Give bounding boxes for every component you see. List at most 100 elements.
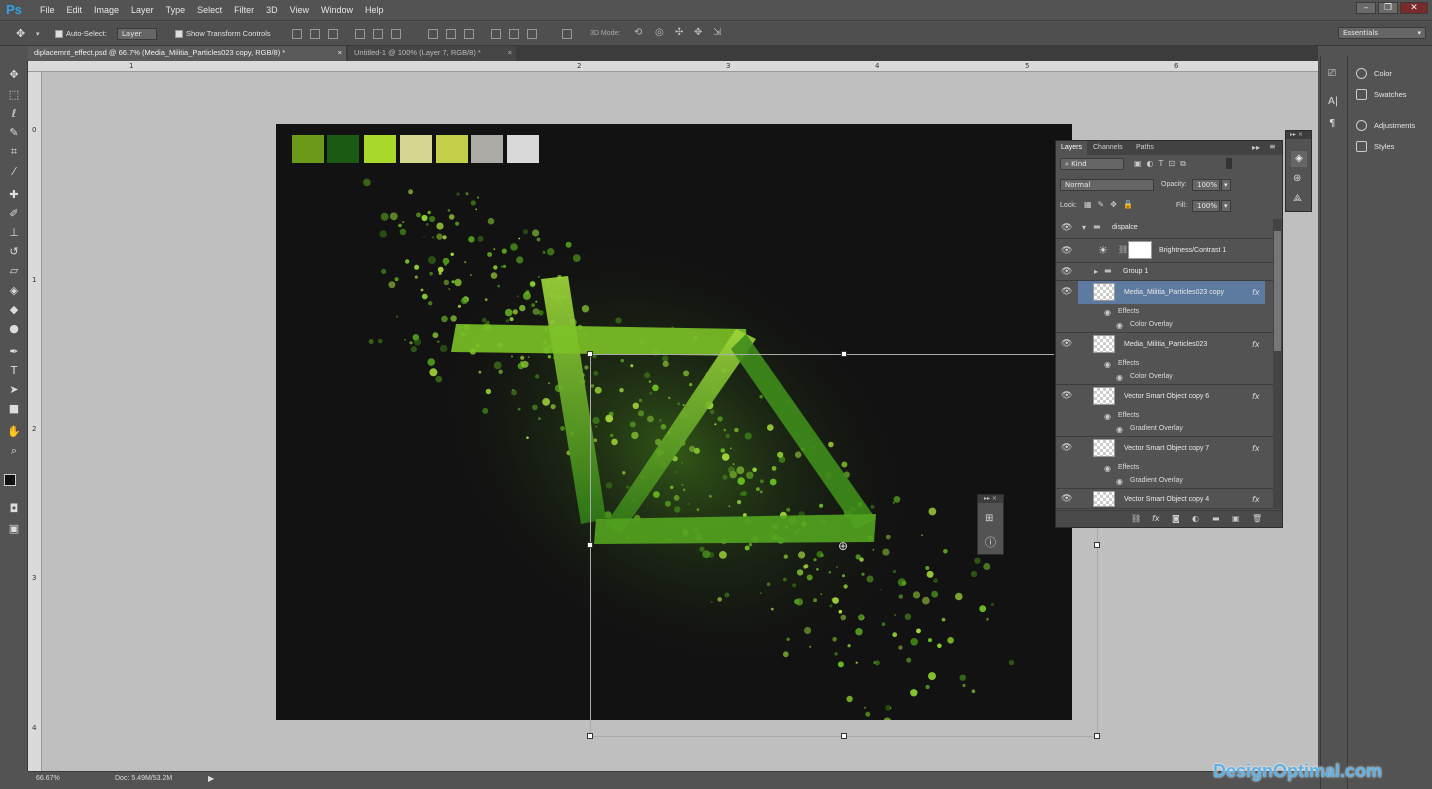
crop-tool-icon[interactable]: ⌗ xyxy=(6,144,22,160)
menu-edit[interactable]: Edit xyxy=(61,5,89,15)
transform-handle[interactable] xyxy=(841,733,847,739)
eye-icon[interactable]: 👁 xyxy=(1061,246,1072,256)
3d-slide-icon[interactable]: ✥ xyxy=(694,27,702,38)
align-top-icon[interactable] xyxy=(292,29,302,39)
dock-item-color[interactable]: Color xyxy=(1356,68,1392,79)
dock-item-styles[interactable]: Styles xyxy=(1356,141,1394,152)
menu-3d[interactable]: 3D xyxy=(260,5,284,15)
eye-icon[interactable]: ◉ xyxy=(1116,373,1123,382)
align-left-icon[interactable] xyxy=(355,29,365,39)
fx-icon[interactable]: fx xyxy=(1252,444,1260,453)
eye-icon[interactable]: 👁 xyxy=(1061,391,1072,401)
opacity-field[interactable]: 100% xyxy=(1192,179,1220,191)
quick-mask-icon[interactable]: ◘ xyxy=(6,501,22,517)
eye-icon[interactable]: 👁 xyxy=(1061,223,1072,233)
fx-icon[interactable]: fx xyxy=(1252,495,1260,504)
clone-stamp-icon[interactable]: ⊥ xyxy=(6,225,22,241)
layer-filter-dropdown[interactable]: ⌕ Kind xyxy=(1060,158,1124,170)
info-icon[interactable]: ⓘ xyxy=(985,534,996,550)
layers-stack-icon[interactable]: ◈ xyxy=(1291,151,1307,167)
align-bottom-icon[interactable] xyxy=(328,29,338,39)
eye-icon[interactable]: ◉ xyxy=(1116,321,1123,330)
collapse-arrow-icon[interactable]: ▸ xyxy=(1094,267,1098,276)
tab-displacement-doc[interactable]: diplacemnt_effect.psd @ 66.7% (Media_Mil… xyxy=(28,46,346,61)
layers-scrollbar[interactable] xyxy=(1273,219,1282,509)
eye-icon[interactable]: ◉ xyxy=(1116,477,1123,486)
eye-icon[interactable]: 👁 xyxy=(1061,287,1072,297)
lasso-tool-icon[interactable]: ℓ xyxy=(6,106,22,122)
collapse-icon[interactable]: ▸▸ × xyxy=(978,495,1003,503)
history-brush-icon[interactable]: ↺ xyxy=(6,244,22,260)
layer-row-particles-copy[interactable]: 👁 Media_Militia_Particles023 copy fx ◉ E… xyxy=(1056,281,1273,333)
zoom-level[interactable]: 66.67% xyxy=(36,775,60,782)
expand-arrow-icon[interactable]: ▾ xyxy=(1082,223,1086,232)
distribute-bottom-icon[interactable] xyxy=(464,29,474,39)
eye-icon[interactable]: 👁 xyxy=(1061,494,1072,504)
eye-icon[interactable]: 👁 xyxy=(1061,267,1072,277)
marquee-tool-icon[interactable]: ⬚ xyxy=(6,87,22,103)
fx-icon[interactable]: fx xyxy=(1252,340,1260,349)
show-transform-checkbox[interactable] xyxy=(175,30,183,38)
transform-handle[interactable] xyxy=(587,351,593,357)
distribute-hcenter-icon[interactable] xyxy=(509,29,519,39)
layer-row-particles[interactable]: 👁 Media_Militia_Particles023 fx ◉ Effect… xyxy=(1056,333,1273,385)
layer-row-group[interactable]: 👁 ▾ ▬ dispalce xyxy=(1056,217,1273,239)
fill-field[interactable]: 100% xyxy=(1192,200,1220,212)
menu-select[interactable]: Select xyxy=(191,5,228,15)
3d-roll-icon[interactable]: ◎ xyxy=(655,27,664,38)
lock-icons[interactable]: ▦✎✥🔒 xyxy=(1084,200,1139,209)
menu-filter[interactable]: Filter xyxy=(228,5,260,15)
transform-handle[interactable] xyxy=(1094,542,1100,548)
reference-point-icon[interactable]: ⊕ xyxy=(838,539,848,553)
distribute-vcenter-icon[interactable] xyxy=(446,29,456,39)
link-layers-icon[interactable]: ⛓ xyxy=(1131,514,1141,523)
eye-icon[interactable]: ◉ xyxy=(1104,360,1111,369)
move-tool-icon[interactable]: ✥ xyxy=(6,67,22,83)
fx-icon[interactable]: fx xyxy=(1252,392,1260,401)
layer-row-vso-copy-6[interactable]: 👁 Vector Smart Object copy 6 fx ◉ Effect… xyxy=(1056,385,1273,437)
fill-chevron-icon[interactable]: ▾ xyxy=(1221,200,1231,212)
eye-icon[interactable]: ◉ xyxy=(1104,464,1111,473)
auto-select-checkbox[interactable] xyxy=(55,30,63,38)
transform-handle[interactable] xyxy=(587,733,593,739)
blur-tool-icon[interactable]: ◆ xyxy=(6,302,22,318)
transform-handle[interactable] xyxy=(1094,733,1100,739)
dodge-tool-icon[interactable]: ● xyxy=(6,321,22,337)
close-icon[interactable]: × xyxy=(338,46,342,60)
eye-icon[interactable]: ◉ xyxy=(1116,425,1123,434)
3d-scale-icon[interactable]: ⇲ xyxy=(713,27,721,38)
3d-rotate-icon[interactable]: ⟲ xyxy=(634,27,642,38)
menu-window[interactable]: Window xyxy=(315,5,359,15)
new-group-icon[interactable]: ▬ xyxy=(1212,514,1220,523)
tool-preset-chevron-icon[interactable]: ▾ xyxy=(36,30,40,38)
menu-type[interactable]: Type xyxy=(160,5,192,15)
menu-layer[interactable]: Layer xyxy=(125,5,160,15)
histogram-icon[interactable]: ⊞ xyxy=(985,513,993,524)
new-layer-icon[interactable]: ▣ xyxy=(1232,514,1240,523)
layer-row-group-1[interactable]: 👁 ▸ ▬ Group 1 xyxy=(1056,263,1273,281)
menu-view[interactable]: View xyxy=(284,5,315,15)
3d-pan-icon[interactable]: ✣ xyxy=(675,27,683,38)
auto-select-dropdown[interactable]: Layer xyxy=(117,28,157,40)
tab-channels[interactable]: Channels xyxy=(1088,141,1128,155)
zoom-tool-icon[interactable]: ⌕ xyxy=(6,443,22,459)
add-style-icon[interactable]: fx xyxy=(1152,514,1160,523)
tab-layers[interactable]: Layers xyxy=(1056,141,1088,155)
quick-select-tool-icon[interactable]: ✎ xyxy=(6,125,22,141)
workspace-dropdown[interactable]: Essentials ▾ xyxy=(1338,27,1426,39)
close-icon[interactable]: × xyxy=(508,46,512,60)
eyedropper-tool-icon[interactable]: ⁄ xyxy=(6,164,22,180)
pen-tool-icon[interactable]: ✒ xyxy=(6,344,22,360)
minimize-button[interactable]: – xyxy=(1356,2,1376,14)
paint-bucket-icon[interactable]: ◈ xyxy=(6,283,22,299)
distribute-top-icon[interactable] xyxy=(428,29,438,39)
channels-icon[interactable]: ⊛ xyxy=(1293,173,1301,184)
dock-item-adjustments[interactable]: Adjustments xyxy=(1356,120,1415,131)
add-mask-icon[interactable]: ◙ xyxy=(1172,514,1180,523)
restore-button[interactable]: ❐ xyxy=(1378,2,1398,14)
shape-tool-icon[interactable]: ■ xyxy=(6,401,22,417)
move-tool-icon[interactable]: ✥ xyxy=(16,27,25,40)
menu-help[interactable]: Help xyxy=(359,5,390,15)
tab-paths[interactable]: Paths xyxy=(1131,141,1159,155)
healing-brush-icon[interactable]: ✚ xyxy=(6,187,22,203)
